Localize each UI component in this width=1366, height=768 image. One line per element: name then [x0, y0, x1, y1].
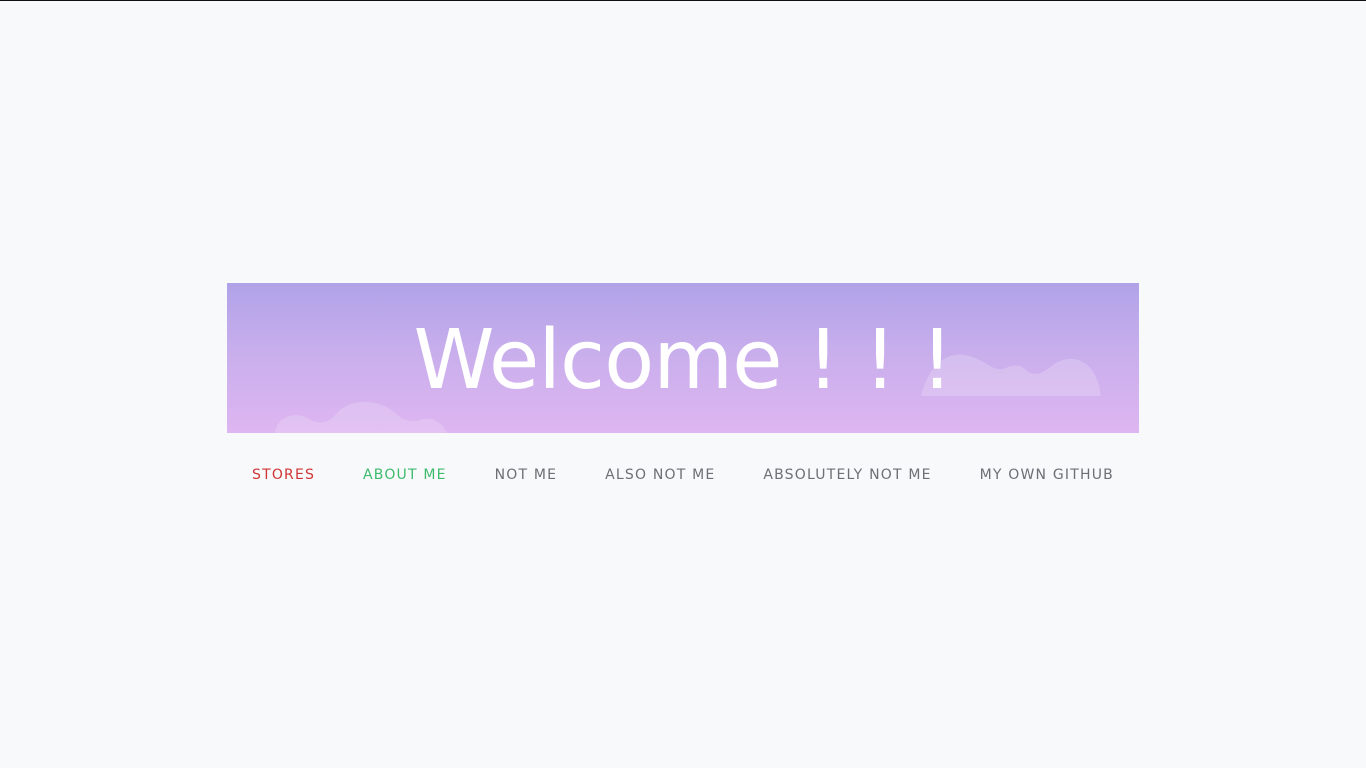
nav-link-not-me[interactable]: NOT ME — [495, 467, 558, 483]
welcome-heading: Welcome ! ! ! — [413, 313, 954, 408]
nav-link-also-not-me[interactable]: ALSO NOT ME — [605, 467, 715, 483]
nav-link-absolutely-not-me[interactable]: ABSOLUTELY NOT ME — [763, 467, 931, 483]
nav-link-about-me[interactable]: ABOUT ME — [363, 467, 447, 483]
nav-link-stores[interactable]: STORES — [252, 467, 315, 483]
welcome-banner: Welcome ! ! ! — [227, 283, 1139, 433]
nav-link-my-own-github[interactable]: MY OWN GITHUB — [980, 467, 1114, 483]
main-nav: STORES ABOUT ME NOT ME ALSO NOT ME ABSOL… — [227, 456, 1139, 494]
window-top-border — [0, 0, 1366, 1]
